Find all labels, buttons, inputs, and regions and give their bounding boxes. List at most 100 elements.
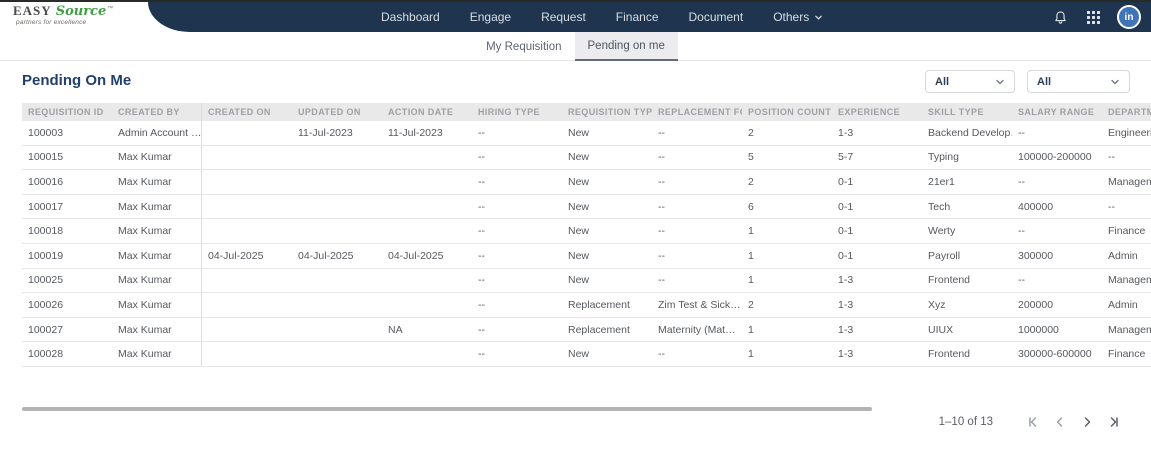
table-row[interactable]: 100015 Max Kumar -- New -- 5 5-7 Typing 100000-2… <box>22 145 1151 171</box>
table-cell: 1-3 <box>838 126 854 139</box>
horizontal-scrollbar[interactable] <box>22 407 872 411</box>
column-header: EXPERIENCE <box>838 107 901 117</box>
table-header-row: REQUISITION ID CREATED BY CREATED ON UPDATE… <box>22 103 1151 121</box>
table-row[interactable]: 100027 Max Kumar NA -- Replacement Maternity … <box>22 317 1151 343</box>
filter-dropdown-1[interactable]: All <box>925 70 1015 93</box>
last-page-icon[interactable] <box>1105 413 1123 431</box>
table-cell: New <box>568 249 590 262</box>
requisitions-table: REQUISITION ID CREATED BY CREATED ON UPDATE… <box>22 103 1151 367</box>
column-header: CREATED ON <box>208 107 271 117</box>
table-cell: 100000-200000 <box>1018 151 1092 164</box>
table-cell: Payroll <box>928 249 961 262</box>
table-cell: 11-Jul-2023 <box>388 126 443 139</box>
table-cell: Max Kumar <box>112 219 202 243</box>
filter-1-value: All <box>935 75 950 88</box>
table-cell: New <box>568 200 590 213</box>
table-cell: Admin Account … <box>112 121 202 145</box>
table-cell: Admin <box>1108 298 1138 311</box>
chevron-down-icon <box>815 15 823 20</box>
nav-item-request[interactable]: Request <box>541 10 586 24</box>
table-cell: 0-1 <box>838 249 854 262</box>
table-cell: -- <box>478 348 485 361</box>
nav-item-others[interactable]: Others <box>773 10 823 24</box>
table-cell: 2 <box>748 175 754 188</box>
table-row[interactable]: 100003 Admin Account … 11-Jul-2023 11-Jul-2… <box>22 121 1151 146</box>
table-row[interactable]: 100025 Max Kumar -- New -- 1 1-3 Frontend -- Mana… <box>22 268 1151 294</box>
nav-item-dashboard[interactable]: Dashboard <box>381 10 440 24</box>
filter-dropdown-2[interactable]: All <box>1027 70 1130 93</box>
table-row[interactable]: 100019 Max Kumar 04-Jul-2025 04-Jul-2025 04-… <box>22 243 1151 269</box>
table-cell: NA <box>388 323 403 336</box>
table-cell: Finance <box>1108 225 1146 238</box>
table-cell: 1 <box>748 274 754 287</box>
table-cell: Max Kumar <box>112 194 202 219</box>
table-row[interactable]: 100017 Max Kumar -- New -- 6 0-1 Tech 400000 -- <box>22 194 1151 220</box>
notification-bell-icon[interactable] <box>1051 8 1069 26</box>
apps-grid-icon[interactable] <box>1084 8 1102 26</box>
table-cell: 1-3 <box>838 274 854 287</box>
table-cell: New <box>568 126 590 139</box>
column-header: CREATED BY <box>112 103 202 121</box>
table-cell: 1 <box>748 249 754 262</box>
table-cell: Management <box>1108 323 1151 336</box>
table-cell: -- <box>1108 200 1115 213</box>
nav-item-engage[interactable]: Engage <box>470 10 511 24</box>
table-cell: 100018 <box>28 225 64 238</box>
column-header: SALARY RANGE <box>1018 107 1095 117</box>
top-navbar: EASY Source ™ partners for excellence Da… <box>0 2 1151 32</box>
table-cell: 11-Jul-2023 <box>298 126 353 139</box>
table-row[interactable]: 100016 Max Kumar -- New -- 2 0-1 21er1 -- Managem… <box>22 170 1151 195</box>
table-cell: -- <box>478 225 485 238</box>
column-header: DEPARTMENT <box>1108 107 1151 117</box>
table-cell: 2 <box>748 126 754 139</box>
table-cell: 04-Jul-2025 <box>298 249 354 262</box>
table-cell: 2 <box>748 298 754 311</box>
table-cell: 1 <box>748 225 754 238</box>
table-cell: 100025 <box>28 274 64 287</box>
table-cell: Finance <box>1108 348 1146 361</box>
tab-pending-on-me[interactable]: Pending on me <box>574 32 678 61</box>
table-cell: -- <box>1018 274 1025 287</box>
pagination: 1–10 of 13 <box>939 412 1123 432</box>
column-header: ACTION DATE <box>388 107 454 117</box>
table-cell: 04-Jul-2025 <box>208 249 264 262</box>
table-cell: -- <box>658 249 665 262</box>
next-page-icon[interactable] <box>1078 413 1096 431</box>
column-header: POSITION COUNT <box>748 107 832 117</box>
nav-item-document[interactable]: Document <box>689 10 744 24</box>
table-cell: 100015 <box>28 151 64 164</box>
table-cell: Max Kumar <box>112 317 202 342</box>
table-cell: 100028 <box>28 348 64 361</box>
table-cell: Max Kumar <box>112 293 202 317</box>
table-cell: -- <box>1018 126 1025 139</box>
table-row[interactable]: 100028 Max Kumar -- New -- 1 1-3 Frontend 300000… <box>22 342 1151 367</box>
table-cell: Max Kumar <box>112 170 202 194</box>
table-row[interactable]: 100018 Max Kumar -- New -- 1 0-1 Werty -- Finance <box>22 219 1151 244</box>
tab-my-requisition[interactable]: My Requisition <box>473 32 574 61</box>
table-cell: UIUX <box>928 323 954 336</box>
table-cell: 100026 <box>28 298 64 311</box>
table-cell: -- <box>478 298 485 311</box>
linkedin-icon[interactable]: in <box>1117 5 1141 29</box>
column-header: REQUISITION ID <box>28 107 104 117</box>
table-cell: Frontend <box>928 348 971 361</box>
table-row[interactable]: 100026 Max Kumar -- Replacement Zim Test & S… <box>22 293 1151 318</box>
table-cell: -- <box>658 200 665 213</box>
table-cell: 300000 <box>1018 249 1054 262</box>
nav-item-finance[interactable]: Finance <box>616 10 659 24</box>
filter-2-value: All <box>1037 75 1052 88</box>
table-cell: Frontend <box>928 274 971 287</box>
table-cell: -- <box>478 274 485 287</box>
previous-page-icon[interactable] <box>1051 413 1069 431</box>
table-body: 100003 Admin Account … 11-Jul-2023 11-Jul-2… <box>22 121 1151 367</box>
first-page-icon[interactable] <box>1024 413 1042 431</box>
table-cell: Max Kumar <box>112 243 202 268</box>
table-cell: Engineering <box>1108 126 1151 139</box>
brand-tagline: partners for excellence <box>16 19 87 26</box>
table-cell: New <box>568 151 590 164</box>
table-cell: Typing <box>928 151 959 164</box>
table-cell: -- <box>658 151 665 164</box>
table-cell: Admin <box>1108 249 1138 262</box>
table-cell: Max Kumar <box>112 342 202 366</box>
table-cell: New <box>568 225 590 238</box>
